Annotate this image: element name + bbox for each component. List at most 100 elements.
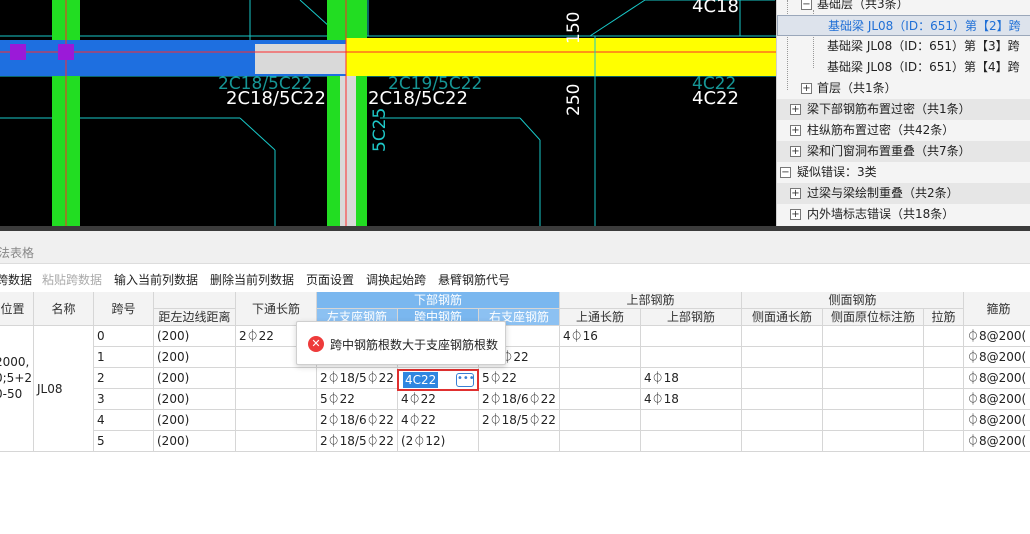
- col-header-stirrup: 箍筋: [964, 292, 1030, 326]
- table-cell[interactable]: ⏀8@200(: [964, 326, 1030, 347]
- table-cell[interactable]: [924, 410, 964, 431]
- table-cell[interactable]: [236, 389, 317, 410]
- table-cell[interactable]: [236, 410, 317, 431]
- mid-span-rebar-editor[interactable]: 4C22 •••: [397, 369, 479, 391]
- table-cell[interactable]: (200): [154, 347, 236, 368]
- table-cell[interactable]: 4⏀18: [641, 389, 742, 410]
- table-cell[interactable]: (2⏀12): [398, 431, 479, 452]
- page-setup-button[interactable]: 页面设置: [306, 271, 354, 288]
- collapse-icon[interactable]: −: [780, 167, 791, 178]
- table-cell[interactable]: 5⏀22: [317, 389, 398, 410]
- tree-node-beam-span-3[interactable]: 基础梁 JL08（ID：651）第【3】跨: [777, 36, 1030, 57]
- table-cell[interactable]: (200): [154, 326, 236, 347]
- tree-node-beam-window-overlap[interactable]: + 梁和门窗洞布置重叠（共7条）: [777, 141, 1030, 162]
- table-cell[interactable]: [641, 326, 742, 347]
- table-cell[interactable]: (200): [154, 410, 236, 431]
- tree-node-column-dense[interactable]: + 柱纵筋布置过密（共42条）: [777, 120, 1030, 141]
- table-cell[interactable]: [641, 347, 742, 368]
- cad-label[interactable]: 2C18/5C22: [368, 90, 468, 108]
- tree-node-beam-bottom-dense[interactable]: + 梁下部钢筋布置过密（共1条）: [777, 99, 1030, 120]
- collapse-icon[interactable]: −: [801, 0, 812, 10]
- cad-label[interactable]: 2C18/5C22: [226, 90, 326, 108]
- cad-label[interactable]: 4C18: [692, 0, 739, 16]
- table-cell[interactable]: [924, 347, 964, 368]
- expand-icon[interactable]: +: [790, 209, 801, 220]
- table-cell[interactable]: [924, 389, 964, 410]
- table-cell[interactable]: 2⏀18/6⏀22: [317, 410, 398, 431]
- expand-icon[interactable]: +: [790, 104, 801, 115]
- table-cell[interactable]: [924, 326, 964, 347]
- cantilever-rebar-code-button[interactable]: 悬臂钢筋代号: [438, 271, 510, 288]
- table-cell[interactable]: [823, 347, 924, 368]
- table-cell[interactable]: [823, 431, 924, 452]
- table-cell[interactable]: [742, 431, 823, 452]
- table-cell[interactable]: 0: [94, 326, 154, 347]
- swap-start-span-button[interactable]: 调换起始跨: [366, 271, 426, 288]
- table-cell[interactable]: [236, 431, 317, 452]
- tree-node-beam-span-2[interactable]: 基础梁 JL08（ID：651）第【2】跨: [777, 15, 1030, 36]
- table-cell[interactable]: [560, 347, 641, 368]
- table-cell[interactable]: 4⏀16: [560, 326, 641, 347]
- table-cell[interactable]: [641, 431, 742, 452]
- table-cell[interactable]: [742, 326, 823, 347]
- tree-node-foundation[interactable]: − 基础层（共3条）: [777, 0, 1030, 15]
- paste-span-data-button[interactable]: 粘贴跨数据: [42, 271, 102, 288]
- table-cell[interactable]: 2⏀18/5⏀22: [317, 368, 398, 389]
- table-cell[interactable]: 4⏀22: [398, 389, 479, 410]
- table-cell[interactable]: [823, 368, 924, 389]
- table-cell[interactable]: [742, 347, 823, 368]
- table-cell[interactable]: 5: [94, 431, 154, 452]
- table-cell[interactable]: 1: [94, 347, 154, 368]
- copy-span-data-button[interactable]: 复制跨数据: [0, 271, 32, 288]
- table-cell[interactable]: ⏀8@200(: [964, 389, 1030, 410]
- table-cell[interactable]: (200): [154, 368, 236, 389]
- table-cell[interactable]: [479, 431, 560, 452]
- table-cell[interactable]: [560, 368, 641, 389]
- expand-icon[interactable]: +: [790, 188, 801, 199]
- table-cell[interactable]: ⏀8@200(: [964, 368, 1030, 389]
- table-cell[interactable]: [823, 389, 924, 410]
- table-cell[interactable]: [924, 368, 964, 389]
- table-cell[interactable]: 2: [94, 368, 154, 389]
- table-cell[interactable]: 4⏀18: [641, 368, 742, 389]
- tree-node-suspected-errors[interactable]: − 疑似错误：3类: [777, 162, 1030, 183]
- expand-icon[interactable]: +: [790, 146, 801, 157]
- table-cell[interactable]: (200): [154, 431, 236, 452]
- table-cell[interactable]: [560, 431, 641, 452]
- table-cell[interactable]: [823, 326, 924, 347]
- table-cell[interactable]: 3: [94, 389, 154, 410]
- input-column-data-button[interactable]: 输入当前列数据: [114, 271, 198, 288]
- table-cell[interactable]: 2⏀18/6⏀22: [479, 389, 560, 410]
- table-cell[interactable]: 4: [94, 410, 154, 431]
- table-cell[interactable]: [560, 410, 641, 431]
- table-cell[interactable]: 2⏀18/5⏀22: [317, 431, 398, 452]
- cad-canvas[interactable]: 2C18/5C22 2C19/5C22 4C22 2C18/5C22 2C18/…: [0, 0, 776, 226]
- table-cell[interactable]: [641, 410, 742, 431]
- table-cell[interactable]: [560, 389, 641, 410]
- expand-icon[interactable]: +: [801, 83, 812, 94]
- tree-node-lintel-overlap[interactable]: + 过梁与梁绘制重叠（共2条）: [777, 183, 1030, 204]
- table-cell[interactable]: [924, 431, 964, 452]
- table-cell[interactable]: ⏀8@200(: [964, 410, 1030, 431]
- tree-node-first-floor[interactable]: + 首层（共1条）: [777, 78, 1030, 99]
- expand-icon[interactable]: +: [790, 125, 801, 136]
- delete-column-data-button[interactable]: 删除当前列数据: [210, 271, 294, 288]
- table-cell[interactable]: 4⏀22: [398, 410, 479, 431]
- tree-node-wall-flag-error[interactable]: + 内外墙标志错误（共18条）: [777, 204, 1030, 225]
- table-cell[interactable]: [742, 410, 823, 431]
- table-cell[interactable]: 2⏀18/5⏀22: [479, 410, 560, 431]
- cad-label[interactable]: 4C22: [692, 90, 739, 108]
- table-cell[interactable]: (200): [154, 389, 236, 410]
- table-cell[interactable]: [742, 368, 823, 389]
- position-cell[interactable]: 2000, 0;5+2 0-50: [0, 326, 34, 452]
- tree-node-beam-span-4[interactable]: 基础梁 JL08（ID：651）第【4】跨: [777, 57, 1030, 78]
- more-options-icon[interactable]: •••: [456, 373, 475, 387]
- table-cell[interactable]: ⏀8@200(: [964, 431, 1030, 452]
- table-cell[interactable]: ⏀8@200(: [964, 347, 1030, 368]
- table-cell[interactable]: [823, 410, 924, 431]
- table-cell[interactable]: [236, 368, 317, 389]
- mid-span-rebar-value[interactable]: 4C22: [403, 372, 439, 388]
- name-cell[interactable]: JL08: [34, 326, 94, 452]
- table-cell[interactable]: [742, 389, 823, 410]
- table-cell[interactable]: 5⏀22: [479, 368, 560, 389]
